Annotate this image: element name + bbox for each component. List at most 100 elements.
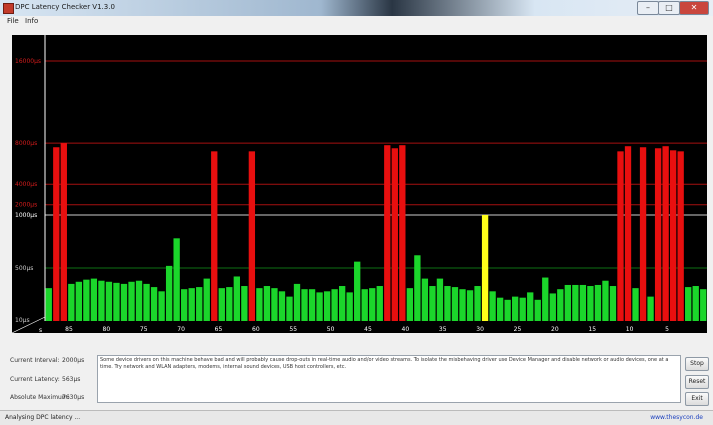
latency-bar [316, 292, 323, 321]
latency-bar [165, 265, 173, 321]
latency-bar [181, 289, 188, 321]
y-tick-label: 8000µs [15, 140, 37, 147]
latency-bar [391, 148, 398, 321]
latency-bar [542, 277, 549, 321]
latency-bar [90, 278, 98, 321]
latency-bar [60, 143, 67, 321]
latency-bar [647, 296, 654, 321]
latency-bar [534, 299, 541, 321]
y-tick-label: 16000µs [15, 58, 41, 65]
x-tick-label: 65 [215, 326, 223, 333]
latency-bar [113, 282, 120, 321]
latency-bar [624, 146, 632, 321]
exit-button[interactable]: Exit [685, 392, 709, 406]
x-tick-label: 60 [252, 326, 260, 333]
latency-bar [83, 279, 90, 321]
latency-bar [301, 289, 308, 321]
latency-bar [527, 292, 534, 321]
latency-bar [323, 291, 331, 321]
latency-bar [346, 292, 353, 321]
latency-bar [226, 287, 233, 321]
x-axis-label: s [39, 327, 42, 333]
latency-bar [459, 289, 466, 321]
y-tick-label: 2000µs [15, 202, 37, 209]
y-tick-label: 1000µs [15, 212, 37, 219]
latency-bar [421, 278, 429, 321]
latency-bar [617, 151, 624, 321]
latency-bar [135, 280, 143, 321]
latency-bar [105, 281, 113, 321]
status-text: Analysing DPC latency ... [5, 414, 81, 421]
latency-bar [248, 151, 256, 321]
latency-bar [609, 286, 617, 321]
latency-bar [632, 288, 639, 321]
latency-bar [241, 286, 248, 321]
message-box: Some device drivers on this machine beha… [97, 355, 681, 403]
latency-bar [579, 284, 587, 321]
latency-bar [196, 287, 203, 321]
current-interval-label: Current Interval: [10, 357, 60, 364]
stop-button[interactable]: Stop [685, 357, 709, 371]
latency-bar [68, 283, 75, 321]
latency-bar [685, 287, 692, 321]
latency-bar [218, 288, 225, 321]
latency-bar [677, 151, 684, 321]
menu-info[interactable]: Info [25, 17, 38, 25]
latency-bar [474, 286, 481, 321]
menu-file[interactable]: File [7, 17, 19, 25]
close-button[interactable]: ✕ [679, 1, 709, 15]
latency-bar [143, 283, 150, 321]
latency-bar [669, 150, 677, 321]
x-tick-label: 25 [514, 326, 522, 333]
latency-bar [98, 280, 105, 321]
x-tick-label: 10 [626, 326, 634, 333]
x-tick-label: 80 [103, 326, 111, 333]
latency-bar [158, 291, 165, 321]
latency-bar [256, 288, 263, 321]
latency-bar [361, 289, 368, 321]
reset-button[interactable]: Reset [685, 375, 709, 389]
minimize-button[interactable]: – [637, 1, 659, 15]
latency-bar [519, 297, 526, 321]
x-tick-label: 45 [364, 326, 372, 333]
latency-bar [639, 147, 647, 321]
latency-bar [429, 286, 436, 321]
status-bar: Analysing DPC latency ... www.thesycon.d… [0, 410, 713, 425]
y-tick-label: 10µs [15, 317, 30, 324]
latency-bar [45, 288, 52, 321]
latency-bar [271, 288, 278, 321]
latency-bar [587, 286, 594, 321]
latency-bar [211, 151, 218, 321]
latency-bar [564, 284, 571, 321]
latency-bar [414, 255, 421, 321]
menu-bar: File Info [0, 16, 713, 27]
latency-bar [496, 297, 504, 321]
latency-bar [233, 276, 240, 321]
latency-bar [549, 293, 556, 321]
latency-bar [384, 145, 391, 321]
x-tick-label: 20 [551, 326, 559, 333]
latency-bar [700, 289, 707, 321]
absolute-maximum-value: 7630µs [62, 394, 85, 401]
current-latency-label: Current Latency: [10, 376, 60, 383]
website-link[interactable]: www.thesycon.de [650, 414, 703, 421]
latency-bar [444, 286, 451, 321]
absolute-maximum-label: Absolute Maximum: [10, 394, 70, 401]
window-title: DPC Latency Checker V1.3.0 [15, 3, 115, 11]
latency-bar [286, 296, 293, 321]
latency-bar [692, 286, 699, 321]
latency-bar [504, 299, 511, 321]
title-bar: DPC Latency Checker V1.3.0 – □ ✕ [0, 0, 713, 16]
latency-bar [188, 288, 195, 321]
x-tick-label: 35 [439, 326, 447, 333]
latency-bar [203, 278, 210, 321]
x-tick-label: 5 [665, 326, 669, 333]
current-interval-value: 2000µs [62, 357, 85, 364]
latency-bar [436, 278, 444, 321]
x-tick-label: 40 [402, 326, 410, 333]
maximize-button[interactable]: □ [658, 1, 680, 15]
latency-bar [75, 281, 83, 321]
latency-bar [594, 284, 602, 321]
latency-bar [602, 280, 609, 321]
latency-chart: 10µs 500µs 1000µs 2000µs 4000µs 8000µs 16000µs… [12, 35, 707, 333]
